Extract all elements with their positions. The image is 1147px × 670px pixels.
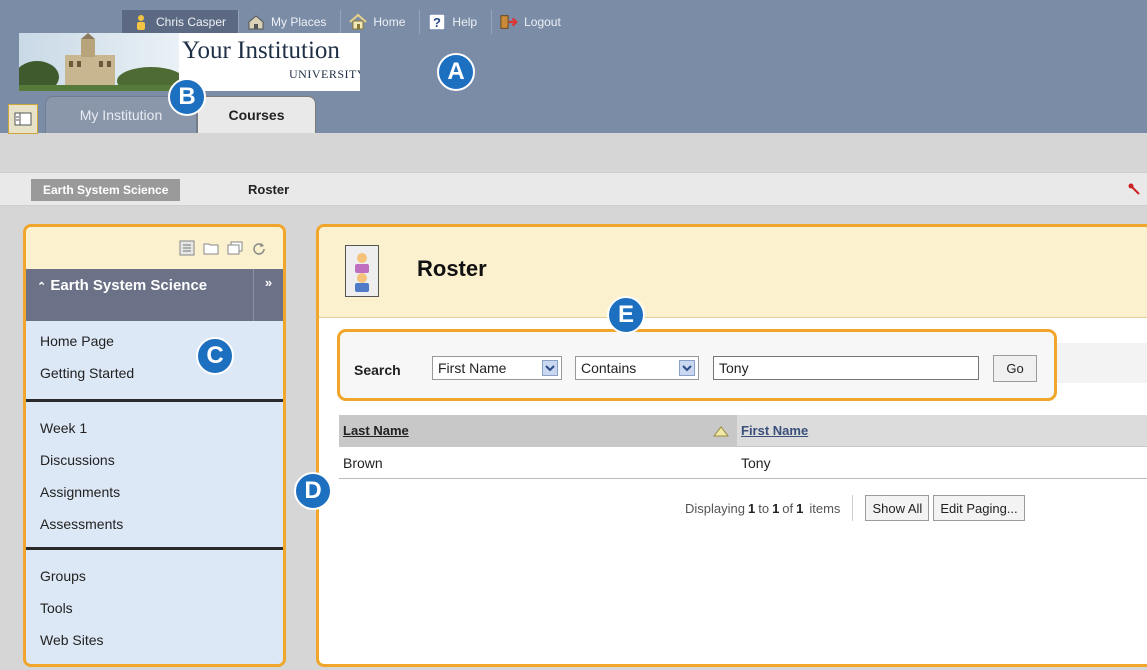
callout-a: A <box>437 53 475 91</box>
column-header-last-name[interactable]: Last Name <box>339 415 737 446</box>
menu-item-assignments[interactable]: Assignments <box>26 476 283 508</box>
menu-item-discussions[interactable]: Discussions <box>26 444 283 476</box>
list-view-icon[interactable] <box>178 239 196 257</box>
refresh-icon[interactable] <box>250 239 268 257</box>
home-link[interactable]: Home <box>341 10 421 34</box>
content-header: Roster <box>319 227 1147 318</box>
tab-courses[interactable]: Courses <box>197 96 316 133</box>
campus-photo <box>19 33 179 91</box>
collapse-icon[interactable]: ⌃ <box>37 281 46 293</box>
cell-last-name: Brown <box>343 454 383 471</box>
expand-menu-icon[interactable]: » <box>253 269 283 321</box>
course-menu: ⌃ Earth System Science » Home Page Getti… <box>23 224 286 667</box>
menu-item-groups[interactable]: Groups <box>26 560 283 592</box>
show-all-button[interactable]: Show All <box>865 495 930 521</box>
go-button[interactable]: Go <box>993 355 1037 382</box>
help-link[interactable]: ? Help <box>420 10 493 34</box>
global-header: Chris Casper My Places Home ? Help Logou… <box>0 0 1147 134</box>
course-menu-title[interactable]: ⌃ Earth System Science » <box>26 269 283 321</box>
search-bar: Search First Name Contains Tony Go <box>337 329 1057 401</box>
search-label: Search <box>354 362 401 378</box>
search-field-select[interactable]: First Name <box>432 356 562 380</box>
column-header-first-name[interactable]: First Name <box>737 415 1147 446</box>
menu-group-1: Home Page Getting Started <box>26 321 283 402</box>
menu-item-home-page[interactable]: Home Page <box>26 325 283 357</box>
search-operator-value: Contains <box>581 360 637 376</box>
callout-c: C <box>196 337 234 375</box>
search-bar-extension <box>1057 343 1147 383</box>
menu-item-web-sites[interactable]: Web Sites <box>26 624 283 656</box>
page-title: Roster <box>417 256 487 281</box>
cell-first-name: Tony <box>741 454 771 471</box>
my-places-icon <box>247 13 265 31</box>
paging-suffix: items <box>809 500 841 516</box>
logout-label: Logout <box>524 15 561 29</box>
column-header-label: Last Name <box>343 423 409 438</box>
menu-item-getting-started[interactable]: Getting Started <box>26 357 283 389</box>
breadcrumb-course[interactable]: Earth System Science <box>31 179 181 201</box>
user-link[interactable]: Chris Casper <box>122 10 240 34</box>
menu-item-week-1[interactable]: Week 1 <box>26 412 283 444</box>
search-input[interactable]: Tony <box>713 356 979 380</box>
paging-total: 1 <box>796 500 804 516</box>
home-label: Home <box>373 15 406 29</box>
sort-ascending-icon[interactable] <box>713 425 729 437</box>
callout-b: B <box>168 78 206 116</box>
pin-icon[interactable] <box>1127 182 1143 198</box>
table-header: Last Name First Name <box>339 415 1147 447</box>
course-menu-toolbar <box>26 227 283 269</box>
breadcrumb-current: Roster <box>248 182 290 197</box>
edit-paging-button[interactable]: Edit Paging... <box>933 495 1025 521</box>
home-icon <box>349 13 368 31</box>
my-places-link[interactable]: My Places <box>239 10 342 34</box>
logo-subtitle: UNIVERSITY <box>289 67 360 81</box>
paging-to-word: to <box>758 500 770 516</box>
folder-view-icon[interactable] <box>202 239 220 257</box>
paging-bar: Displaying 1 to 1 of 1 items Show All Ed… <box>685 495 1029 521</box>
menu-item-tools[interactable]: Tools <box>26 592 283 624</box>
menu-group-3: Groups Tools Web Sites <box>26 550 283 664</box>
paging-of-word: of <box>782 500 794 516</box>
logout-link[interactable]: Logout <box>492 10 575 34</box>
paging-summary: Displaying 1 to 1 of 1 items <box>685 495 854 521</box>
my-places-label: My Places <box>271 15 327 29</box>
help-icon: ? <box>428 13 446 31</box>
course-title-text: Earth System Science <box>50 277 208 294</box>
roster-icon <box>345 245 379 297</box>
content-panel: Roster Search First Name Contains Tony G… <box>316 224 1147 667</box>
search-field-value: First Name <box>438 360 507 376</box>
menu-group-2: Week 1 Discussions Assignments Assessmen… <box>26 402 283 550</box>
new-window-icon[interactable] <box>226 239 244 257</box>
top-links-bar: Chris Casper My Places Home ? Help Logou… <box>122 10 575 34</box>
course-title: ⌃ Earth System Science <box>37 276 237 297</box>
svg-text:?: ? <box>433 15 441 30</box>
search-operator-select[interactable]: Contains <box>575 356 699 380</box>
paging-prefix: Displaying <box>685 500 745 516</box>
table-row: Brown Tony <box>339 447 1147 479</box>
paging-from: 1 <box>747 500 756 516</box>
user-icon <box>132 13 150 31</box>
roster-table: Last Name First Name Brown Tony <box>339 415 1147 479</box>
logo-title: Your Institution <box>182 37 340 64</box>
chevron-down-icon <box>542 360 558 376</box>
logout-icon <box>500 13 518 31</box>
callout-d: D <box>294 472 332 510</box>
tab-menu-toggle-icon[interactable] <box>8 104 38 134</box>
user-name: Chris Casper <box>156 15 227 29</box>
menu-item-assessments[interactable]: Assessments <box>26 508 283 540</box>
help-label: Help <box>452 15 478 29</box>
callout-e: E <box>607 296 645 334</box>
paging-to: 1 <box>772 500 780 516</box>
chevron-down-icon <box>679 360 695 376</box>
breadcrumb: Earth System Science Roster <box>0 172 1147 206</box>
